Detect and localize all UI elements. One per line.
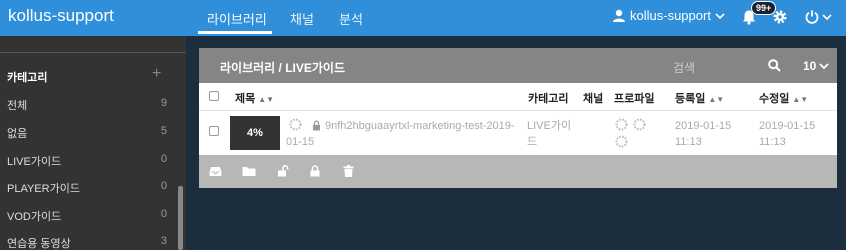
sort-icon: ▲▼ — [792, 95, 809, 104]
sort-icon: ▲▼ — [258, 95, 275, 104]
sidebar-item-count: 5 — [160, 125, 167, 137]
row-checkbox[interactable] — [209, 126, 219, 136]
inbox-icon[interactable] — [209, 165, 222, 177]
column-header-profile: 프로파일 — [614, 93, 655, 105]
category-heading: 카테고리 — [7, 72, 48, 84]
column-header-title[interactable]: 제목 ▲▼ — [235, 90, 274, 106]
sidebar-item-label: 전체 — [7, 100, 28, 112]
sidebar-item-count: 0 — [160, 208, 167, 220]
sidebar-item-label: 연습용 동영상 — [7, 238, 71, 250]
tab-analytics[interactable]: 분석 — [339, 9, 363, 28]
tab-library[interactable]: 라이브러리 — [207, 9, 267, 28]
column-header-registered[interactable]: 등록일 ▲▼ — [675, 90, 724, 106]
search-input[interactable]: 검색 — [673, 59, 695, 76]
top-navigation-bar: kollus-support 라이브러리 채널 분석 kollus-suppor… — [0, 0, 846, 36]
modified-date: 2019-01-15 11:13 — [759, 120, 816, 148]
breadcrumb: 라이브러리 / LIVE가이드 — [220, 61, 345, 75]
sidebar-item-count: 9 — [160, 97, 167, 109]
power-menu[interactable] — [804, 9, 832, 25]
sidebar-item-player-guide[interactable]: PLAYER가이드 0 — [7, 180, 167, 196]
sidebar-item-vod-guide[interactable]: VOD가이드 0 — [7, 208, 167, 224]
page-size-select[interactable]: 10 — [803, 59, 829, 73]
sidebar-item-all[interactable]: 전체 9 — [7, 97, 167, 113]
sidebar-item-label: PLAYER가이드 — [7, 183, 80, 195]
sidebar-item-count: 0 — [160, 153, 167, 165]
column-header-channel: 채널 — [583, 93, 604, 105]
sort-icon: ▲▼ — [708, 95, 725, 104]
row-divider — [199, 110, 837, 111]
unlock-icon[interactable] — [277, 165, 289, 177]
sidebar-item-count: 0 — [160, 180, 167, 192]
sidebar-item-label: LIVE가이드 — [7, 156, 62, 168]
add-category-button[interactable]: + — [152, 65, 161, 83]
chevron-down-icon — [819, 63, 829, 70]
column-header-modified[interactable]: 수정일 ▲▼ — [759, 90, 808, 106]
profile-spinner-icon — [615, 135, 628, 148]
trash-icon[interactable] — [343, 165, 354, 177]
column-header-category: 카테고리 — [528, 93, 569, 105]
search-icon[interactable] — [768, 59, 781, 72]
page-size-value: 10 — [803, 59, 817, 73]
sidebar-item-practice-videos[interactable]: 연습용 동영상 3 — [7, 235, 167, 250]
video-title[interactable]: 9nfh2hbguaayrtxl-marketing-test-2019-01-… — [286, 118, 518, 150]
sidebar-scrollbar[interactable] — [178, 186, 183, 250]
sidebar: 카테고리 + 전체 9 없음 5 LIVE가이드 0 PLAYER가이드 0 V… — [0, 36, 186, 250]
chevron-down-icon — [715, 12, 725, 19]
sidebar-divider — [0, 52, 186, 53]
library-panel: 라이브러리 / LIVE가이드 검색 10 제목 ▲▼ 카테고리 채널 프로파일 … — [199, 48, 837, 188]
sidebar-item-live-guide[interactable]: LIVE가이드 0 — [7, 153, 167, 169]
sidebar-item-label: 없음 — [7, 128, 28, 140]
column-label: 수정일 — [759, 93, 790, 105]
active-tab-indicator — [198, 31, 272, 34]
tab-channel[interactable]: 채널 — [290, 9, 314, 28]
upload-progress: 4% — [247, 127, 263, 139]
panel-header: 라이브러리 / LIVE가이드 검색 10 — [199, 48, 837, 83]
column-label: 등록일 — [675, 93, 706, 105]
registered-date: 2019-01-15 11:13 — [675, 120, 732, 148]
column-label: 제목 — [235, 93, 256, 105]
user-name: kollus-support — [630, 8, 711, 23]
lock-icon[interactable] — [310, 165, 320, 177]
profile-spinner-icon — [615, 118, 628, 131]
sidebar-item-count: 3 — [160, 235, 167, 247]
gear-icon[interactable] — [772, 9, 788, 25]
video-thumbnail[interactable]: 4% — [230, 116, 280, 150]
sidebar-item-label: VOD가이드 — [7, 211, 62, 223]
profile-spinner-icon — [633, 118, 646, 131]
video-category: LIVE가이드 — [527, 120, 572, 148]
user-menu[interactable]: kollus-support — [612, 8, 725, 23]
brand-logo[interactable]: kollus-support — [8, 6, 114, 26]
select-all-checkbox[interactable] — [209, 91, 219, 101]
folder-icon[interactable] — [242, 165, 256, 177]
bulk-action-toolbar — [199, 155, 837, 188]
user-icon — [613, 9, 625, 22]
sidebar-item-none[interactable]: 없음 5 — [7, 125, 167, 141]
chevron-down-icon — [822, 14, 832, 21]
power-icon — [805, 10, 819, 24]
